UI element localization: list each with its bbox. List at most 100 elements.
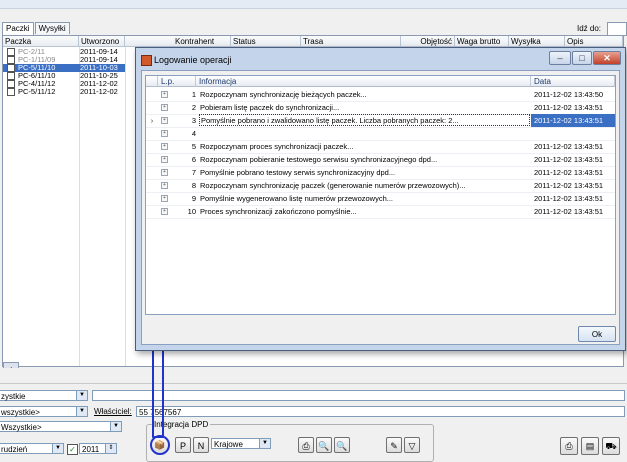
- log-date: 2011-12-02 13:43:51: [534, 181, 604, 190]
- print-preview-button[interactable]: ⎙: [560, 437, 578, 455]
- owner-label: Właściciel:: [94, 407, 132, 416]
- package-name: PC-5/11/12: [18, 87, 56, 96]
- chevron-down-icon: ▼: [76, 391, 87, 400]
- col-header-utworzono[interactable]: Utworzono: [79, 36, 125, 47]
- log-row[interactable]: +7 Pomyślnie pobrano testowy serwis synch…: [146, 166, 615, 180]
- row-checkbox[interactable]: [7, 72, 15, 81]
- search-icon: 🔍: [336, 441, 348, 451]
- row-checkbox[interactable]: [7, 80, 15, 89]
- log-lp: 6: [191, 155, 196, 164]
- col-header-trasa[interactable]: Trasa: [301, 36, 401, 47]
- expand-icon[interactable]: +: [161, 117, 168, 124]
- maximize-button[interactable]: □: [572, 51, 592, 65]
- chevron-down-icon: ▼: [76, 407, 87, 416]
- dpd-country-combo[interactable]: Krajowe ▼: [211, 438, 271, 449]
- dpd-search2-button[interactable]: 🔍: [334, 437, 350, 453]
- pencil-icon: ✎: [390, 441, 398, 451]
- log-date: 2011-12-02 13:43:51: [531, 114, 615, 127]
- dpd-print-button[interactable]: ⎙: [298, 437, 314, 453]
- log-date: 2011-12-02 13:43:51: [534, 168, 604, 177]
- filter-combo-3-value: Wszystkie>: [1, 423, 42, 432]
- log-row[interactable]: +1 Rozpoczynam synchronizację bieżących p…: [146, 88, 615, 102]
- row-checkbox[interactable]: [7, 48, 15, 57]
- filter-combo-2-value: wszystkie>: [1, 408, 40, 417]
- log-info: Pomyślnie pobrano testowy serwis synchro…: [200, 168, 396, 177]
- col-header-kontrahent[interactable]: Kontrahent: [125, 36, 231, 47]
- log-col-lp[interactable]: L.p.: [158, 76, 196, 87]
- col-header-waga[interactable]: Waga brutto: [455, 36, 509, 47]
- expand-icon[interactable]: +: [161, 104, 168, 111]
- goto-label: Idź do:: [577, 24, 602, 33]
- log-row[interactable]: › +3 Pomyślnie pobrano i zwalidowano listę…: [146, 114, 615, 128]
- expand-icon[interactable]: +: [161, 182, 168, 189]
- log-row[interactable]: +8 Rozpoczynam synchronizację paczek (gen…: [146, 179, 615, 193]
- filter-icon: ▽: [408, 441, 416, 451]
- row-indicator-icon: ›: [150, 116, 154, 125]
- truck-button[interactable]: ⛟: [602, 437, 620, 455]
- log-row[interactable]: +9 Pomyślnie wygenerowano listę numerów p…: [146, 192, 615, 206]
- dialog-body: L.p. Informacja Data +1 Rozpoczynam synch…: [141, 70, 620, 345]
- expand-icon[interactable]: +: [161, 208, 168, 215]
- row-checkbox[interactable]: [7, 64, 15, 73]
- dpd-edit-button[interactable]: ✎: [386, 437, 402, 453]
- dpd-filter-button[interactable]: ▽: [404, 437, 420, 453]
- log-row[interactable]: +2 Pobieram listę paczek do synchronizacj…: [146, 101, 615, 115]
- expand-icon[interactable]: +: [161, 156, 168, 163]
- log-info: Pomyślnie wygenerowano listę numerów prz…: [200, 194, 394, 203]
- log-info: Proces synchronizacji zakończono pomyśln…: [200, 207, 357, 216]
- row-indicator-header: [146, 76, 158, 87]
- row-checkbox[interactable]: [7, 56, 15, 65]
- period-checkbox[interactable]: ✓: [67, 444, 78, 455]
- month-combo[interactable]: rudzień ▼: [0, 443, 64, 454]
- owner-input[interactable]: 55 7567567: [136, 406, 625, 417]
- table-row[interactable]: PC-5/11/12 2011-12-02: [3, 87, 125, 97]
- tab-wysylki[interactable]: Wysyłki: [34, 22, 70, 34]
- year-stepper[interactable]: 2011 ⇕: [79, 443, 117, 454]
- minimize-button[interactable]: –: [549, 51, 571, 65]
- expand-icon[interactable]: +: [161, 143, 168, 150]
- log-lp: 3: [191, 116, 196, 125]
- log-col-informacja[interactable]: Informacja: [196, 76, 531, 87]
- dialog-titlebar[interactable]: Logowanie operacji – □ ✕: [136, 48, 625, 70]
- log-info: Rozpoczynam synchronizację bieżących pac…: [200, 90, 367, 99]
- col-header-paczka[interactable]: Paczka: [3, 36, 79, 47]
- log-date: 2011-12-02 13:43:51: [534, 207, 604, 216]
- document-icon: ▤: [585, 441, 595, 451]
- log-row[interactable]: +10 Proces synchronizacji zakończono pomy…: [146, 205, 615, 219]
- filter-combo-all[interactable]: zystkie ▼: [0, 390, 88, 401]
- col-header-opis[interactable]: Opis: [565, 36, 623, 47]
- year-value: 2011: [82, 445, 100, 454]
- filter-combo-2[interactable]: wszystkie> ▼: [0, 406, 88, 417]
- close-button[interactable]: ✕: [593, 51, 621, 65]
- truck-icon: ⛟: [605, 441, 617, 451]
- log-row[interactable]: +6 Rozpoczynam pobieranie testowego serwi…: [146, 153, 615, 167]
- log-row[interactable]: +5 Rozpoczynam proces synchronizacji pacz…: [146, 140, 615, 154]
- log-lp: 1: [191, 90, 196, 99]
- expand-icon[interactable]: +: [161, 130, 168, 137]
- expand-icon[interactable]: +: [161, 195, 168, 202]
- log-row[interactable]: +4: [146, 127, 615, 141]
- filter-combo-all-value: zystkie: [1, 392, 26, 401]
- log-grid[interactable]: L.p. Informacja Data +1 Rozpoczynam synch…: [145, 75, 616, 315]
- col-header-wysylka[interactable]: Wysyłka: [509, 36, 565, 47]
- expand-icon[interactable]: +: [161, 169, 168, 176]
- log-info: Rozpoczynam pobieranie testowego serwisu…: [200, 155, 438, 164]
- log-lp: 4: [191, 129, 196, 138]
- log-info: Pomyślnie pobrano i zwalidowano listę pa…: [199, 114, 530, 126]
- document-button[interactable]: ▤: [581, 437, 599, 455]
- stepper-icon[interactable]: ⇕: [105, 444, 116, 453]
- col-header-status[interactable]: Status: [231, 36, 301, 47]
- log-date: 2011-12-02 13:43:51: [534, 194, 604, 203]
- expand-icon[interactable]: +: [161, 91, 168, 98]
- goto-input[interactable]: [607, 22, 627, 36]
- log-lp: 8: [191, 181, 196, 190]
- log-date: 2011-12-02 13:43:50: [534, 90, 604, 99]
- col-header-objetosc[interactable]: Objętość [m3]: [401, 36, 455, 57]
- log-col-data[interactable]: Data: [531, 76, 615, 87]
- dpd-search-button[interactable]: 🔍: [316, 437, 332, 453]
- filter-combo-3[interactable]: Wszystkie> ▼: [0, 421, 122, 432]
- tab-paczki[interactable]: Paczki: [2, 22, 34, 35]
- dpd-n-button[interactable]: N: [193, 437, 209, 453]
- ok-button[interactable]: Ok: [578, 326, 616, 342]
- row-checkbox[interactable]: [7, 88, 15, 97]
